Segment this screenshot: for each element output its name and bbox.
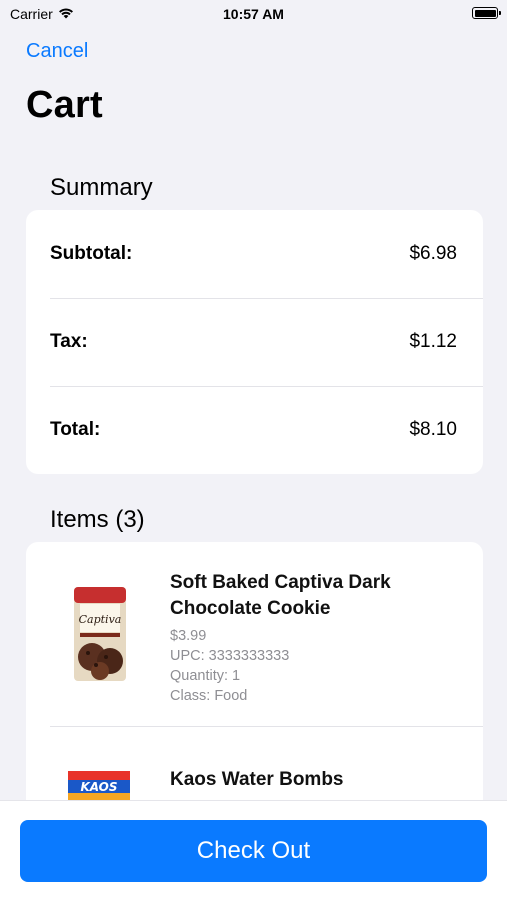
item-upc: UPC: 3333333333: [170, 648, 290, 664]
item-details: Kaos Water Bombs: [170, 767, 463, 793]
checkout-bar: Check Out: [0, 800, 507, 901]
item-details: Soft Baked Captiva Dark Chocolate Cookie…: [170, 570, 463, 706]
summary-card: Subtotal: $6.98 Tax: $1.12 Total: $8.10: [26, 210, 483, 474]
total-row: Total: $8.10: [50, 386, 457, 474]
list-item[interactable]: Captiva Soft Baked Captiva Dark Chocolat…: [26, 542, 483, 726]
subtotal-row: Subtotal: $6.98: [50, 210, 457, 298]
status-time: 10:57 AM: [223, 6, 284, 22]
item-name: Kaos Water Bombs: [170, 769, 344, 790]
item-name: Soft Baked Captiva Dark Chocolate Cookie: [170, 572, 391, 619]
total-value: $8.10: [409, 419, 457, 440]
product-image: KAOS: [68, 771, 130, 801]
summary-header: Summary: [50, 174, 153, 201]
product-brand-text: KAOS: [80, 780, 117, 794]
items-card: Captiva Soft Baked Captiva Dark Chocolat…: [26, 542, 483, 842]
item-price: $3.99: [170, 628, 207, 644]
tax-label: Tax:: [50, 331, 88, 352]
subtotal-value: $6.98: [409, 243, 457, 264]
product-brand-text: Captiva: [79, 613, 122, 626]
tax-value: $1.12: [409, 331, 457, 352]
status-bar: Carrier 10:57 AM: [0, 0, 507, 28]
page-title: Cart: [26, 84, 103, 126]
battery-icon: [472, 7, 501, 19]
item-class: Class: Food: [170, 688, 248, 704]
tax-row: Tax: $1.12: [50, 298, 457, 386]
product-image: Captiva: [70, 585, 130, 683]
total-label: Total:: [50, 419, 101, 440]
items-header: Items (3): [50, 506, 145, 533]
item-quantity: Quantity: 1: [170, 668, 241, 684]
subtotal-label: Subtotal:: [50, 243, 133, 264]
cancel-button[interactable]: Cancel: [26, 40, 88, 63]
checkout-button[interactable]: Check Out: [20, 820, 487, 882]
